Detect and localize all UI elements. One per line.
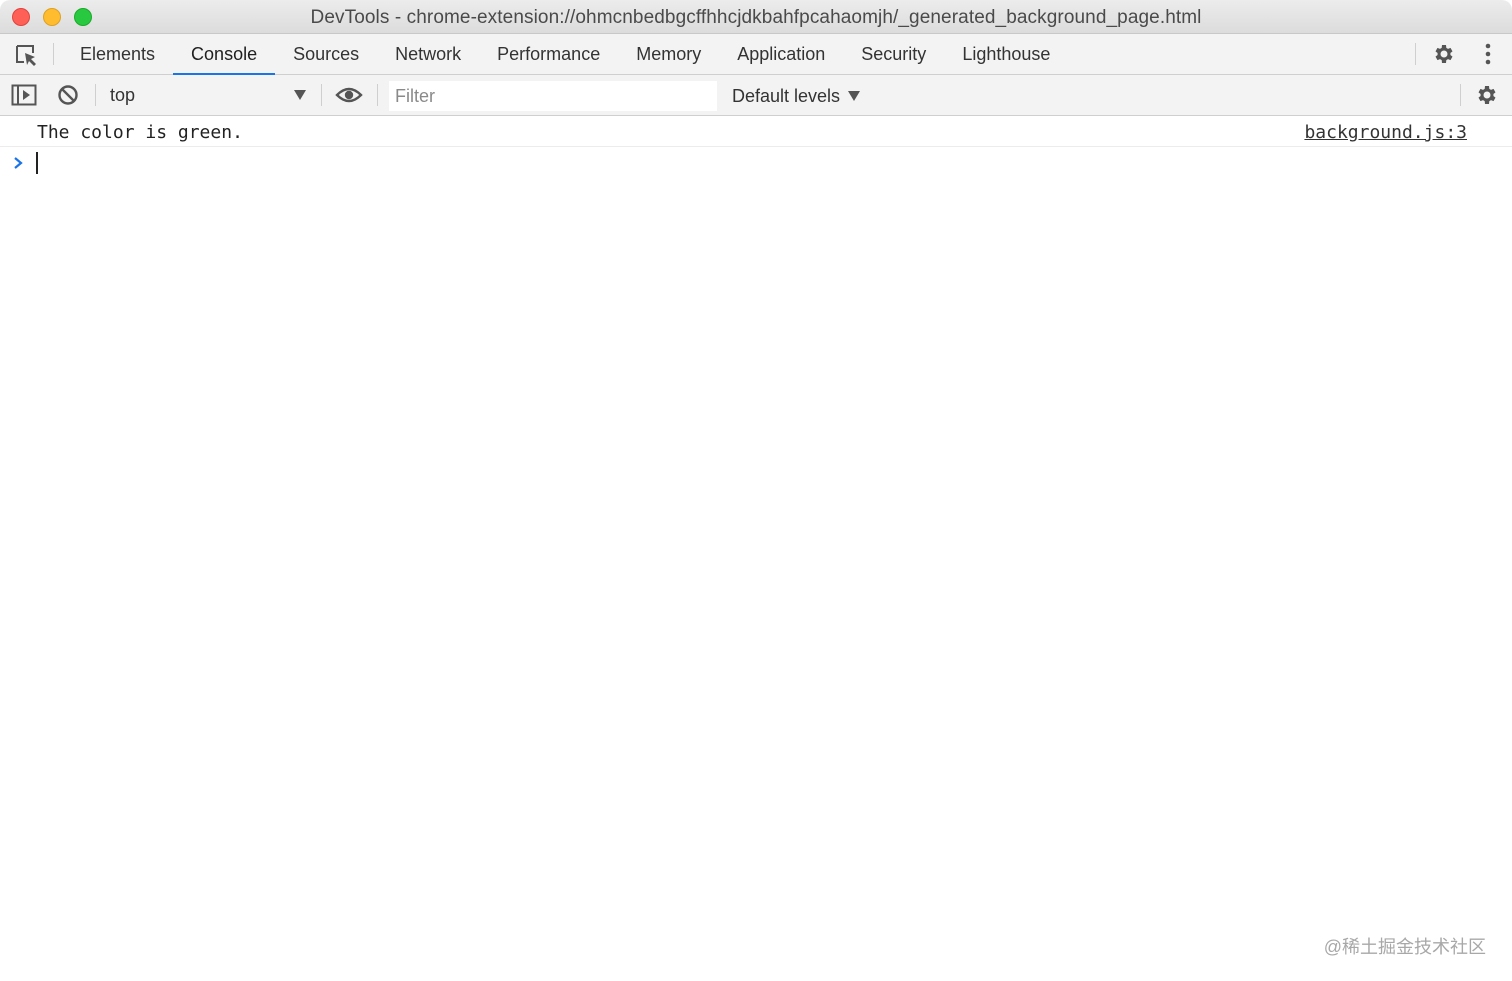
console-toolbar: top Default levels [0, 75, 1512, 116]
context-select-value: top [110, 84, 136, 105]
settings-gear-icon[interactable] [1432, 42, 1456, 66]
inspect-element-icon[interactable] [13, 42, 39, 68]
tab-sources[interactable]: Sources [275, 34, 377, 74]
log-levels-dropdown[interactable]: Default levels [732, 82, 861, 110]
console-message: The color is green. background.js:3 [0, 117, 1512, 147]
console-message-source-link[interactable]: background.js:3 [1304, 122, 1467, 143]
dropdown-arrow-icon [294, 90, 306, 100]
filter-input[interactable] [389, 81, 717, 111]
tab-elements[interactable]: Elements [62, 34, 173, 74]
panel-tabs: Elements Console Sources Network Performance… [62, 34, 1068, 75]
toolbar-divider [95, 84, 96, 106]
log-levels-label: Default levels [732, 85, 841, 106]
watermark: @稀土掘金技术社区 [1323, 937, 1486, 957]
console-message-text: The color is green. [37, 122, 243, 143]
window-title: DevTools - chrome-extension://ohmcnbedbg… [310, 7, 1202, 28]
toolbar-divider [1460, 84, 1461, 106]
tabbar-divider [53, 43, 54, 65]
context-select[interactable]: top [104, 81, 310, 109]
prompt-chevron-icon [14, 157, 23, 169]
clear-console-icon[interactable] [56, 83, 80, 107]
more-vertical-icon[interactable] [1478, 42, 1498, 66]
tab-security[interactable]: Security [843, 34, 944, 74]
tab-network[interactable]: Network [377, 34, 479, 74]
tab-console[interactable]: Console [173, 34, 276, 75]
sidebar-toggle-icon[interactable] [11, 84, 37, 106]
tab-lighthouse[interactable]: Lighthouse [944, 34, 1068, 74]
tabbar-divider [1415, 43, 1416, 65]
devtools-tabbar: Elements Console Sources Network Performance… [0, 34, 1512, 75]
tab-memory[interactable]: Memory [618, 34, 719, 74]
console-settings-gear-icon[interactable] [1475, 83, 1499, 107]
console-input-caret [36, 152, 38, 174]
tab-performance[interactable]: Performance [479, 34, 618, 74]
window-titlebar: DevTools - chrome-extension://ohmcnbedbg… [0, 0, 1512, 34]
dropdown-arrow-icon [848, 91, 861, 101]
toolbar-divider [377, 84, 378, 106]
eye-icon[interactable] [335, 83, 363, 107]
toolbar-divider [321, 84, 322, 106]
console-prompt[interactable] [0, 148, 1512, 178]
tab-application[interactable]: Application [719, 34, 843, 74]
console-output[interactable]: The color is green. background.js:3 [0, 117, 1512, 981]
